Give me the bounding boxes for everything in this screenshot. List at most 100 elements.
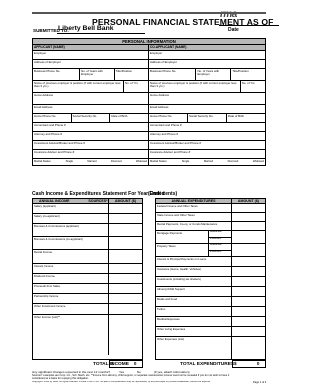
applicant-home-phone-field[interactable]: Home Phone No. xyxy=(33,114,71,122)
applicant-years-employed-field[interactable]: No. of Years with Employer xyxy=(79,69,113,80)
expenditure-amount-cell[interactable] xyxy=(231,231,265,243)
income-row[interactable]: Other Investment Income xyxy=(33,304,142,315)
marital-option-divorced[interactable]: Divorced xyxy=(111,160,122,165)
income-amount-cell[interactable] xyxy=(108,284,142,293)
income-row[interactable]: Partnership Income xyxy=(33,294,142,304)
expenditure-amount-cell[interactable] xyxy=(231,257,265,266)
co-applicant-dob-field[interactable]: Date of Birth xyxy=(226,114,265,122)
income-row[interactable]: Dividend Income xyxy=(33,274,142,284)
expenditure-row[interactable]: Meals and Food xyxy=(156,297,265,307)
marital-option-widowed[interactable]: Widowed xyxy=(136,160,147,165)
co-applicant-business-phone-field[interactable]: Business Phone No. xyxy=(149,69,195,80)
income-row[interactable]: Interest Income xyxy=(33,264,142,274)
applicant-ssn-field[interactable]: Social Security No. xyxy=(70,114,110,122)
expenditure-amount-cell[interactable] xyxy=(231,287,265,296)
expenditure-row[interactable]: Rental Payments, Co-op, or Condo Mainten… xyxy=(156,222,265,231)
expenditure-row[interactable]: Alimony/Child Support xyxy=(156,287,265,297)
expenditure-amount-cell[interactable] xyxy=(231,337,265,360)
marital-option-divorced[interactable]: Divorced xyxy=(228,160,239,165)
expenditure-amount-cell[interactable] xyxy=(231,267,265,276)
investment-option[interactable]: Investment xyxy=(209,236,231,244)
expenditure-row[interactable]: Federal Income and Other Taxes xyxy=(156,204,265,213)
expenditure-amount-cell[interactable] xyxy=(231,222,265,230)
income-amount-cell[interactable] xyxy=(108,237,142,249)
expenditure-row[interactable]: Interest & Principal Payments on Loans xyxy=(156,257,265,267)
applicant-home-address-field[interactable]: Home Address xyxy=(33,93,148,104)
co-applicant-employer-address-field[interactable]: Address of Employer xyxy=(149,60,265,68)
applicant-name-field[interactable]: APPLICANT (NAME) xyxy=(33,45,148,50)
applicant-marital-status[interactable]: Marital Status: Single Married Divorced … xyxy=(33,159,148,165)
total-income-box[interactable]: $ 0 xyxy=(109,360,143,368)
co-applicant-previous-employer-field[interactable]: Name of previous employer & position (if… xyxy=(149,81,240,92)
income-row[interactable]: Bonuses & Commissions (applicant) xyxy=(33,224,142,237)
expenditure-amount-cell[interactable] xyxy=(231,204,265,212)
expenditure-amount-cell[interactable] xyxy=(231,327,265,336)
applicant-title-field[interactable]: Title/Position xyxy=(113,69,148,80)
marital-option-married[interactable]: Married xyxy=(204,160,213,165)
expenditure-row[interactable]: Investments (including tax shelters) xyxy=(156,277,265,287)
income-amount-cell[interactable] xyxy=(108,274,142,283)
applicant-business-phone-field[interactable]: Business Phone No. xyxy=(33,69,79,80)
co-applicant-email-field[interactable]: Email Address xyxy=(149,105,265,113)
applicant-previous-employer-field[interactable]: Name of previous employer & position (if… xyxy=(33,81,123,92)
applicant-employer-address-field[interactable]: Address of Employer xyxy=(33,60,148,68)
co-applicant-ssn-field[interactable]: Social Security No. xyxy=(187,114,226,122)
co-applicant-investment-advisor-field[interactable]: Investment Advisor/Broker and Phone # xyxy=(149,141,265,149)
co-applicant-attorney-field[interactable]: Attorney and Phone # xyxy=(149,132,265,140)
income-amount-cell[interactable] xyxy=(108,264,142,273)
expenditure-row[interactable]: Property Taxes Residential Investment xyxy=(156,244,265,257)
investment-option[interactable]: Investment xyxy=(209,249,231,257)
applicant-email-field[interactable]: Email Address xyxy=(33,105,148,113)
expenditure-amount-cell[interactable] xyxy=(231,277,265,286)
applicant-dob-field[interactable]: Date of Birth xyxy=(109,114,148,122)
co-applicant-name-field[interactable]: CO-APPLICANT (NAME) xyxy=(149,45,265,50)
income-row[interactable]: Rental Income xyxy=(33,250,142,264)
bank-name[interactable]: Liberty Bell Bank xyxy=(58,25,114,32)
income-row[interactable]: Bonuses & Commissions (co-applicant) xyxy=(33,237,142,250)
expenditure-row[interactable]: State Income and Other Taxes xyxy=(156,213,265,222)
marital-option-single[interactable]: Single xyxy=(182,160,189,165)
total-expenditures-box[interactable]: $ 0 xyxy=(232,360,266,368)
income-amount-cell[interactable] xyxy=(108,214,142,223)
applicant-insurance-advisor-field[interactable]: Insurance Advisor and Phone # xyxy=(33,150,148,158)
income-amount-cell[interactable] xyxy=(108,304,142,314)
co-applicant-marital-status[interactable]: Marital Status: Single Married Divorced … xyxy=(149,159,265,165)
expenditure-amount-cell[interactable] xyxy=(231,307,265,316)
applicant-employer-field[interactable]: Employer xyxy=(33,51,148,59)
expenditure-amount-cell[interactable] xyxy=(231,213,265,221)
expenditure-row[interactable]: Other Living Expenses xyxy=(156,327,265,337)
co-applicant-insurance-advisor-field[interactable]: Insurance Advisor and Phone # xyxy=(149,150,265,158)
applicant-attorney-field[interactable]: Attorney and Phone # xyxy=(33,132,148,140)
applicant-accountant-field[interactable]: Accountant and Phone # xyxy=(33,123,148,131)
income-row[interactable]: Other Income (List)** xyxy=(33,315,142,355)
expenditure-amount-cell[interactable] xyxy=(231,297,265,306)
co-applicant-home-phone-field[interactable]: Home Phone No. xyxy=(149,114,187,122)
expenditure-row[interactable]: Other Expenses (List) xyxy=(156,337,265,360)
expenditure-row[interactable]: Mortgage Payments Residential Investment xyxy=(156,231,265,244)
applicant-investment-advisor-field[interactable]: Investment Advisor/Broker and Phone # xyxy=(33,141,148,149)
expenditure-amount-cell[interactable] xyxy=(231,317,265,326)
co-applicant-title-field[interactable]: Title/Position xyxy=(230,69,265,80)
marital-option-single[interactable]: Single xyxy=(66,160,73,165)
income-row[interactable]: Salary (applicant) xyxy=(33,204,142,214)
income-amount-cell[interactable] xyxy=(108,204,142,213)
co-applicant-employer-field[interactable]: Employer xyxy=(149,51,265,59)
co-applicant-accountant-field[interactable]: Accountant and Phone # xyxy=(149,123,265,131)
marital-option-married[interactable]: Married xyxy=(87,160,96,165)
income-row[interactable]: Salary (co-applicant) xyxy=(33,214,142,224)
income-amount-cell[interactable] xyxy=(108,315,142,355)
applicant-years-previous-field[interactable]: No. of Yrs xyxy=(123,81,148,92)
income-amount-cell[interactable] xyxy=(108,294,142,303)
income-amount-cell[interactable] xyxy=(108,224,142,236)
expenditure-amount-cell[interactable] xyxy=(231,244,265,256)
marital-option-widowed[interactable]: Widowed xyxy=(253,160,264,165)
expenditure-row[interactable]: Insurance (Home, Health, Vehicles) xyxy=(156,267,265,277)
expenditure-row[interactable]: Tuition xyxy=(156,307,265,317)
date-field[interactable] xyxy=(219,25,279,26)
co-applicant-years-employed-field[interactable]: No. of Years with Employer xyxy=(195,69,230,80)
co-applicant-years-previous-field[interactable]: No. of Yrs xyxy=(239,81,265,92)
expenditure-row[interactable]: Medical Expenses xyxy=(156,317,265,327)
income-amount-cell[interactable] xyxy=(108,250,142,263)
co-applicant-home-address-field[interactable]: Home Address xyxy=(149,93,265,104)
income-row[interactable]: Proceeds from Sales xyxy=(33,284,142,294)
